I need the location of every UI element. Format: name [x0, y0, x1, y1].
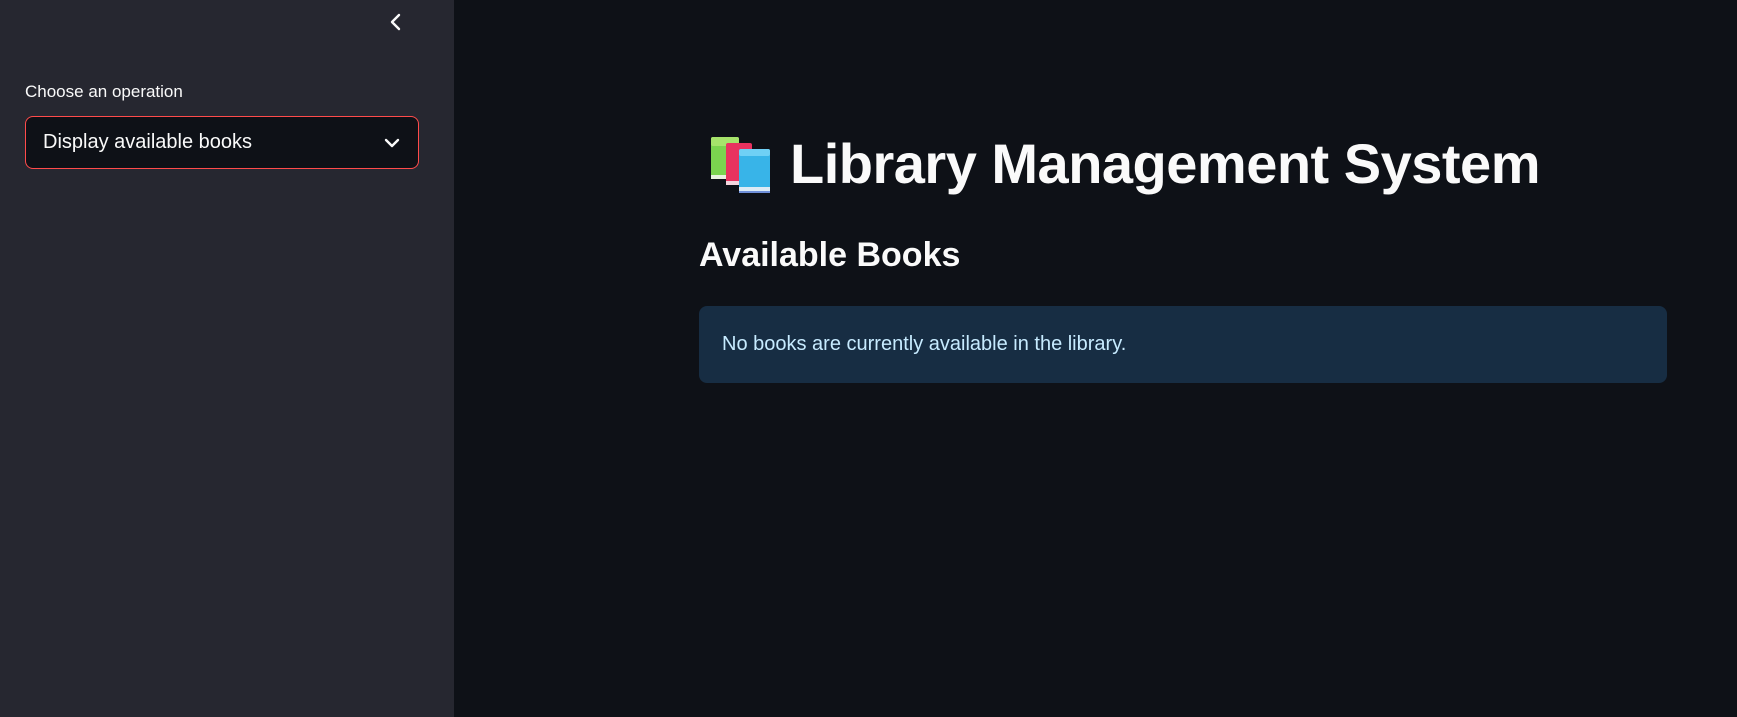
- main-content: Library Management System Available Book…: [454, 0, 1737, 717]
- page-header: Library Management System: [708, 125, 1540, 201]
- operation-select-value: Display available books: [43, 131, 253, 153]
- chevron-down-icon: [382, 133, 402, 153]
- app-root: Choose an operation Display available bo…: [0, 0, 1737, 717]
- operation-select-label: Choose an operation: [25, 82, 183, 101]
- books-icon: [711, 137, 770, 193]
- page-title: Library Management System: [790, 131, 1540, 195]
- collapse-sidebar-button[interactable]: [384, 8, 408, 36]
- sidebar: Choose an operation Display available bo…: [0, 0, 454, 717]
- info-message: No books are currently available in the …: [722, 333, 1127, 355]
- chevron-left-icon: [390, 13, 401, 31]
- operation-select[interactable]: Display available books: [25, 116, 419, 169]
- section-heading: Available Books: [699, 236, 961, 274]
- info-alert: No books are currently available in the …: [699, 306, 1667, 383]
